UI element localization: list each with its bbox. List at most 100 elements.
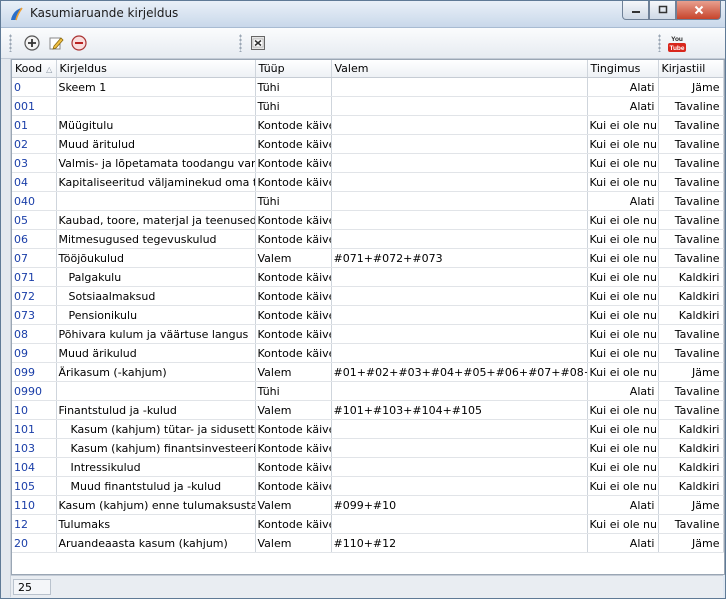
table-row[interactable]: 07 Tööjõukulud Valem #071+#072+#073 Kui ei o…: [12, 248, 724, 268]
cell-tyyp[interactable]: Kontode käive: [255, 153, 332, 173]
cell-kood[interactable]: 040: [12, 191, 57, 211]
cell-tyyp[interactable]: Tühi: [255, 96, 332, 116]
table-row[interactable]: 105 Muud finantstulud ja -kulud Kontode kä…: [12, 476, 724, 496]
cell-kirjastiil[interactable]: Jäme: [658, 77, 724, 97]
cell-tingimus[interactable]: Alati: [587, 495, 659, 515]
cell-kirjastiil[interactable]: Tavaline: [658, 514, 724, 534]
table-row[interactable]: 103Kasum (kahjum) finantsinvesteeringute…: [12, 438, 724, 458]
cell-kood[interactable]: 10: [12, 400, 57, 420]
cell-kirjastiil[interactable]: Tavaline: [658, 210, 724, 230]
cell-kirjastiil[interactable]: Tavaline: [658, 96, 724, 116]
cell-valem[interactable]: [331, 286, 588, 306]
cell-kood[interactable]: 01: [12, 115, 57, 135]
cell-tyyp[interactable]: Kontode käive: [255, 267, 332, 287]
cell-valem[interactable]: [331, 419, 588, 439]
close-button[interactable]: [676, 1, 721, 20]
cell-tingimus[interactable]: Alati: [587, 77, 659, 97]
cell-kirjeldus[interactable]: Põhivara kulum ja väärtuse langus: [56, 324, 256, 344]
cell-kirjastiil[interactable]: Kaldkiri: [658, 305, 724, 325]
cell-kood[interactable]: 08: [12, 324, 57, 344]
cell-kood[interactable]: 20: [12, 533, 57, 553]
cell-kood[interactable]: 099: [12, 362, 57, 382]
cell-kirjeldus[interactable]: [56, 96, 256, 116]
cell-kirjeldus[interactable]: Kasum (kahjum) tütar- ja sidusettevõtete…: [56, 419, 256, 439]
cell-kirjastiil[interactable]: Tavaline: [658, 115, 724, 135]
cell-kood[interactable]: 0990: [12, 381, 57, 401]
cell-kirjastiil[interactable]: Kaldkiri: [658, 419, 724, 439]
cell-tingimus[interactable]: Kui ei ole null: [587, 362, 659, 382]
cell-tyyp[interactable]: Kontode käive: [255, 457, 332, 477]
table-row[interactable]: 040 Tühi Alati Tavaline: [12, 191, 724, 211]
cell-valem[interactable]: [331, 267, 588, 287]
cell-valem[interactable]: [331, 476, 588, 496]
table-row[interactable]: 12 Tulumaks Kontode käive Kui ei ole null Ta…: [12, 514, 724, 534]
minimize-button[interactable]: [622, 1, 649, 20]
cell-kood[interactable]: 0: [12, 77, 57, 97]
table-row[interactable]: 20 Aruandeaasta kasum (kahjum) Valem #110+#…: [12, 533, 724, 553]
cell-valem[interactable]: [331, 153, 588, 173]
toolbar-grip[interactable]: [9, 34, 12, 52]
cell-tyyp[interactable]: Kontode käive: [255, 210, 332, 230]
cell-kirjeldus[interactable]: Valmis- ja lõpetamata toodangu varude jä…: [56, 153, 256, 173]
table-row[interactable]: 072 Sotsiaalmaksud Kontode käive Kui ei ole…: [12, 286, 724, 306]
cell-kood[interactable]: 071: [12, 267, 57, 287]
cell-tingimus[interactable]: Kui ei ole null: [587, 457, 659, 477]
cell-valem[interactable]: #071+#072+#073: [331, 248, 588, 268]
cell-valem[interactable]: [331, 305, 588, 325]
cell-kirjeldus[interactable]: Skeem 1: [56, 77, 256, 97]
cell-tingimus[interactable]: Kui ei ole null: [587, 438, 659, 458]
table-row[interactable]: 099 Ärikasum (-kahjum) Valem #01+#02+#03+#0…: [12, 362, 724, 382]
cell-tingimus[interactable]: Kui ei ole null: [587, 476, 659, 496]
cell-tyyp[interactable]: Kontode käive: [255, 324, 332, 344]
table-row[interactable]: 0 Skeem 1 Tühi Alati Jäme: [12, 77, 724, 97]
table-row[interactable]: 0990 Tühi Alati Tavaline: [12, 381, 724, 401]
cell-tyyp[interactable]: Tühi: [255, 381, 332, 401]
cell-kirjastiil[interactable]: Kaldkiri: [658, 457, 724, 477]
cell-kood[interactable]: 03: [12, 153, 57, 173]
column-header-tingimus[interactable]: Tingimus: [587, 60, 659, 78]
cell-tingimus[interactable]: Kui ei ole null: [587, 267, 659, 287]
cell-kirjastiil[interactable]: Tavaline: [658, 400, 724, 420]
column-header-kood[interactable]: Kood △: [12, 60, 57, 78]
cell-kood[interactable]: 105: [12, 476, 57, 496]
cell-tingimus[interactable]: Kui ei ole null: [587, 286, 659, 306]
toolbar-grip[interactable]: [239, 34, 242, 52]
cell-valem[interactable]: #110+#12: [331, 533, 588, 553]
cell-kirjastiil[interactable]: Tavaline: [658, 191, 724, 211]
table-row[interactable]: 071 Palgakulu Kontode käive Kui ei ole null…: [12, 267, 724, 287]
cell-valem[interactable]: [331, 343, 588, 363]
cell-kirjeldus[interactable]: Aruandeaasta kasum (kahjum): [56, 533, 256, 553]
cell-tyyp[interactable]: Valem: [255, 362, 332, 382]
cell-kirjastiil[interactable]: Tavaline: [658, 324, 724, 344]
table-row[interactable]: 001 Tühi Alati Tavaline: [12, 96, 724, 116]
cell-tyyp[interactable]: Kontode käive: [255, 286, 332, 306]
cell-valem[interactable]: [331, 324, 588, 344]
cell-tyyp[interactable]: Valem: [255, 533, 332, 553]
table-row[interactable]: 05 Kaubad, toore, materjal ja teenused Kon…: [12, 210, 724, 230]
cell-kirjastiil[interactable]: Jäme: [658, 533, 724, 553]
cell-kirjeldus[interactable]: Müügitulu: [56, 115, 256, 135]
maximize-button[interactable]: [649, 1, 676, 20]
cell-kirjeldus[interactable]: Muud finantstulud ja -kulud: [56, 476, 256, 496]
cell-valem[interactable]: [331, 77, 588, 97]
cell-kirjeldus[interactable]: Palgakulu: [56, 267, 256, 287]
cell-kood[interactable]: 073: [12, 305, 57, 325]
table-row[interactable]: 03Valmis- ja lõpetamata toodangu varude …: [12, 153, 724, 173]
cell-kood[interactable]: 06: [12, 229, 57, 249]
table-row[interactable]: 06 Mitmesugused tegevuskulud Kontode käive…: [12, 229, 724, 249]
cell-kirjeldus[interactable]: [56, 381, 256, 401]
cell-valem[interactable]: [331, 210, 588, 230]
cell-tingimus[interactable]: Kui ei ole null: [587, 343, 659, 363]
toolbar-grip[interactable]: [658, 34, 661, 52]
cell-kirjeldus[interactable]: Tööjõukulud: [56, 248, 256, 268]
cell-valem[interactable]: [331, 115, 588, 135]
title-bar[interactable]: Kasumiaruande kirjeldus: [1, 1, 725, 28]
cell-kirjeldus[interactable]: Kaubad, toore, materjal ja teenused: [56, 210, 256, 230]
cell-kirjeldus[interactable]: Tulumaks: [56, 514, 256, 534]
cell-tyyp[interactable]: Tühi: [255, 77, 332, 97]
table-row[interactable]: 110Kasum (kahjum) enne tulumaksustamistV…: [12, 495, 724, 515]
cell-kood[interactable]: 07: [12, 248, 57, 268]
remove-button[interactable]: [69, 33, 89, 53]
cell-tyyp[interactable]: Tühi: [255, 191, 332, 211]
table-row[interactable]: 104 Intressikulud Kontode käive Kui ei ole …: [12, 457, 724, 477]
